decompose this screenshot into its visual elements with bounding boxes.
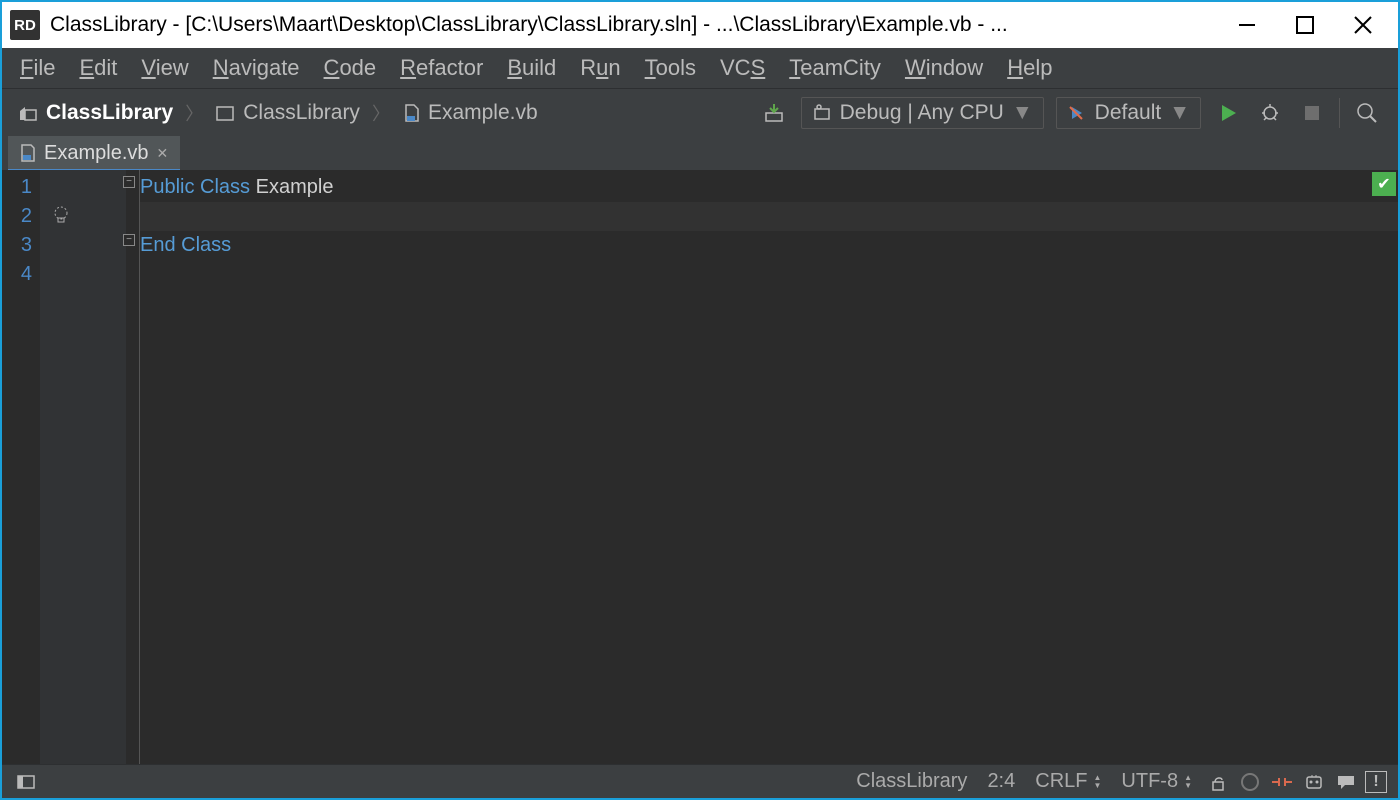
main-menu: FileEditViewNavigateCodeRefactorBuildRun… <box>2 48 1398 88</box>
editor-tabs: Example.vb ✕ <box>2 136 1398 170</box>
tab-close-icon[interactable]: ✕ <box>157 145 169 162</box>
status-context[interactable]: ClassLibrary <box>846 770 977 793</box>
menu-window[interactable]: Window <box>893 50 995 86</box>
build-icon <box>762 101 786 125</box>
run-config-dropdown[interactable]: Default ▼ <box>1056 97 1201 129</box>
code-line[interactable] <box>140 202 1398 231</box>
code-line[interactable]: End Class <box>140 231 1398 260</box>
progress-circle-icon <box>1240 772 1260 792</box>
status-progress[interactable] <box>1237 769 1263 795</box>
breadcrumb-label: ClassLibrary <box>46 101 173 125</box>
status-events[interactable]: ! <box>1365 771 1387 793</box>
status-bar: ClassLibrary 2:4 CRLF▲▼ UTF-8▲▼ ! <box>2 764 1398 798</box>
unlock-icon <box>1208 772 1228 792</box>
search-icon <box>1355 101 1379 125</box>
breadcrumb-icon <box>18 104 38 122</box>
menu-refactor[interactable]: Refactor <box>388 50 495 86</box>
breadcrumb-separator: 〉 <box>185 100 203 126</box>
breadcrumb-icon <box>402 103 420 123</box>
menu-run[interactable]: Run <box>568 50 632 86</box>
line-number: 3 <box>2 231 32 260</box>
connection-icon <box>1270 773 1294 791</box>
inspection-ok-badge[interactable]: ✔ <box>1372 172 1396 196</box>
line-number: 4 <box>2 260 32 289</box>
status-notifications[interactable] <box>1333 769 1359 795</box>
status-lock[interactable] <box>1205 769 1231 795</box>
status-line-separator[interactable]: CRLF▲▼ <box>1025 770 1111 793</box>
line-number: 1 <box>2 173 32 202</box>
window-title: ClassLibrary - [C:\Users\Maart\Desktop\C… <box>50 13 1218 37</box>
fold-toggle[interactable]: − <box>123 234 135 246</box>
window-titlebar: RD ClassLibrary - [C:\Users\Maart\Deskto… <box>2 2 1398 48</box>
menu-tools[interactable]: Tools <box>633 50 708 86</box>
speech-bubble-icon <box>1335 773 1357 791</box>
close-button[interactable] <box>1334 5 1392 45</box>
breadcrumb: ClassLibrary 〉 ClassLibrary 〉 Example.vb <box>12 99 544 127</box>
tab-label: Example.vb <box>44 142 149 165</box>
breadcrumb-separator: 〉 <box>372 100 390 126</box>
build-config-label: Debug | Any CPU <box>840 101 1004 125</box>
code-line[interactable]: Public Class Example <box>140 173 1398 202</box>
debug-button[interactable] <box>1252 95 1288 131</box>
breadcrumb-item[interactable]: ClassLibrary <box>12 99 179 127</box>
status-connection[interactable] <box>1269 769 1295 795</box>
inspector-icon <box>1303 771 1325 793</box>
menu-build[interactable]: Build <box>495 50 568 86</box>
breadcrumb-label: ClassLibrary <box>243 101 360 125</box>
menu-edit[interactable]: Edit <box>67 50 129 86</box>
chevron-down-icon: ▼ <box>1012 101 1033 125</box>
minimize-button[interactable] <box>1218 5 1276 45</box>
maximize-button[interactable] <box>1276 5 1334 45</box>
run-config-label: Default <box>1095 101 1162 125</box>
editor-tab[interactable]: Example.vb ✕ <box>8 136 181 170</box>
minimize-icon <box>1235 13 1259 37</box>
fold-toggle[interactable]: − <box>123 176 135 188</box>
line-number: 2 <box>2 202 32 231</box>
build-config-dropdown[interactable]: Debug | Any CPU ▼ <box>801 97 1044 129</box>
line-number-gutter: 1234 <box>2 170 40 764</box>
menu-file[interactable]: File <box>8 50 67 86</box>
status-inspector[interactable] <box>1301 769 1327 795</box>
run-config-icon <box>1067 103 1087 123</box>
code-area[interactable]: Public Class Example End Class <box>140 170 1398 764</box>
lightbulb-icon[interactable] <box>50 204 72 226</box>
bug-icon <box>1259 102 1281 124</box>
menu-view[interactable]: View <box>129 50 200 86</box>
editor: 1234 − − Public Class Example End Class … <box>2 170 1398 764</box>
menu-code[interactable]: Code <box>312 50 389 86</box>
navbar: ClassLibrary 〉 ClassLibrary 〉 Example.vb Deb… <box>2 88 1398 136</box>
menu-navigate[interactable]: Navigate <box>201 50 312 86</box>
search-everywhere-button[interactable] <box>1349 95 1385 131</box>
breadcrumb-item[interactable]: Example.vb <box>396 99 544 127</box>
stop-button[interactable] <box>1294 95 1330 131</box>
code-line[interactable] <box>140 260 1398 289</box>
close-icon <box>1352 14 1374 36</box>
breadcrumb-item[interactable]: ClassLibrary <box>209 99 366 127</box>
separator <box>1339 98 1340 128</box>
tool-window-toggle[interactable] <box>13 769 39 795</box>
breadcrumb-label: Example.vb <box>428 101 538 125</box>
build-button[interactable] <box>756 95 792 131</box>
app-logo: RD <box>10 10 40 40</box>
menu-teamcity[interactable]: TeamCity <box>777 50 893 86</box>
play-icon <box>1217 102 1239 124</box>
fold-gutter: − − <box>126 170 140 764</box>
run-button[interactable] <box>1210 95 1246 131</box>
status-cursor[interactable]: 2:4 <box>977 770 1025 793</box>
panel-icon <box>16 772 36 792</box>
stop-icon <box>1303 104 1321 122</box>
breadcrumb-icon <box>215 104 235 122</box>
status-encoding[interactable]: UTF-8▲▼ <box>1111 770 1202 793</box>
menu-help[interactable]: Help <box>995 50 1064 86</box>
maximize-icon <box>1295 15 1315 35</box>
chevron-down-icon: ▼ <box>1169 101 1190 125</box>
marker-gutter <box>40 170 126 764</box>
menu-vcs[interactable]: VCS <box>708 50 777 86</box>
vb-file-icon <box>20 144 36 162</box>
config-icon <box>812 103 832 123</box>
